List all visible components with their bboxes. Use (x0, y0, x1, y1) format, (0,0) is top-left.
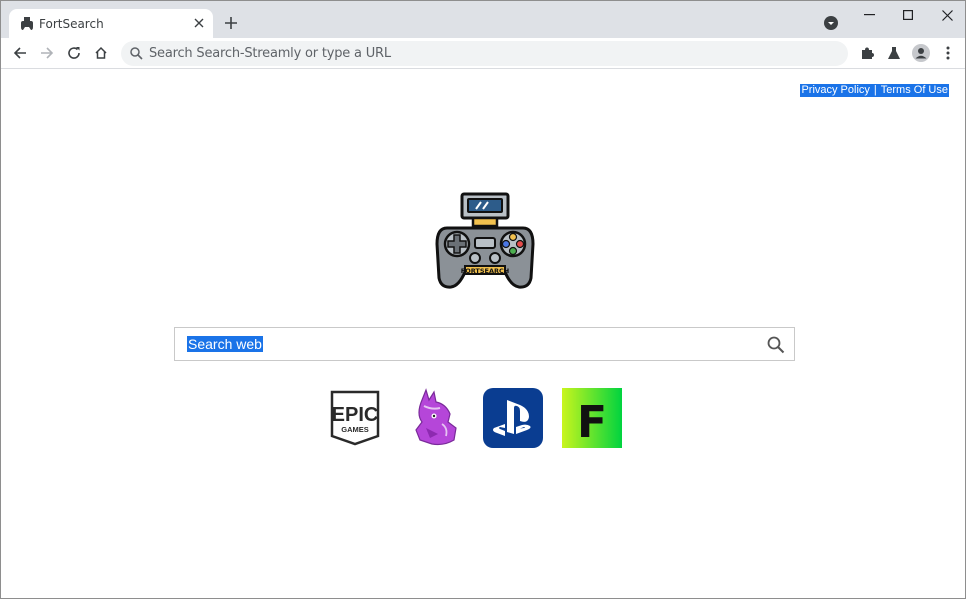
browser-toolbar: Search Search-Streamly or type a URL (1, 38, 965, 69)
gamepad-favicon-icon (21, 17, 33, 30)
tab-fortsearch[interactable]: FortSearch (9, 9, 213, 38)
omnibox-search-icon (130, 47, 143, 60)
epic-games-icon[interactable]: EPIC GAMES (325, 388, 385, 448)
top-links: Privacy Policy | Terms Of Use (800, 84, 949, 97)
address-bar-placeholder: Search Search-Streamly or type a URL (149, 46, 391, 61)
profile-avatar-icon[interactable] (911, 43, 931, 63)
back-icon[interactable] (10, 43, 30, 63)
extensions-puzzle-icon[interactable] (857, 43, 877, 63)
address-bar[interactable]: Search Search-Streamly or type a URL (121, 41, 848, 66)
logo-text: FORTSEARCH (461, 267, 509, 275)
new-tab-icon[interactable] (221, 13, 241, 33)
close-tab-icon[interactable] (191, 15, 207, 31)
browser-window: FortSearch Search Search-Streamly or typ… (0, 0, 966, 599)
home-icon[interactable] (91, 43, 111, 63)
search-input-text[interactable]: Search web (187, 336, 263, 352)
menu-kebab-icon[interactable] (938, 43, 958, 63)
web-search-field[interactable]: Search web (174, 327, 795, 361)
games-label: GAMES (341, 425, 369, 434)
privacy-policy-link[interactable]: Privacy Policy (801, 84, 869, 96)
reload-icon[interactable] (64, 43, 84, 63)
link-separator: | (873, 84, 877, 96)
tab-title: FortSearch (39, 17, 104, 31)
tab-strip: FortSearch (1, 1, 965, 38)
minimize-icon[interactable] (859, 7, 879, 23)
playstation-icon[interactable] (483, 388, 543, 448)
terms-of-use-link[interactable]: Terms Of Use (881, 84, 948, 96)
fortnite-icon[interactable]: F (562, 388, 622, 448)
llama-icon[interactable] (404, 388, 464, 448)
labs-flask-icon[interactable] (884, 43, 904, 63)
search-icon[interactable] (767, 336, 785, 354)
fortsearch-gamepad-logo: FORTSEARCH (435, 192, 535, 289)
epic-label: EPIC (332, 404, 379, 426)
tab-search-icon[interactable] (823, 15, 839, 31)
forward-icon[interactable] (37, 43, 57, 63)
fortnite-letter: F (577, 397, 607, 448)
maximize-icon[interactable] (898, 7, 918, 23)
page-content: Privacy Policy | Terms Of Use FORTSEARCH (1, 70, 965, 598)
close-window-icon[interactable] (937, 7, 957, 23)
